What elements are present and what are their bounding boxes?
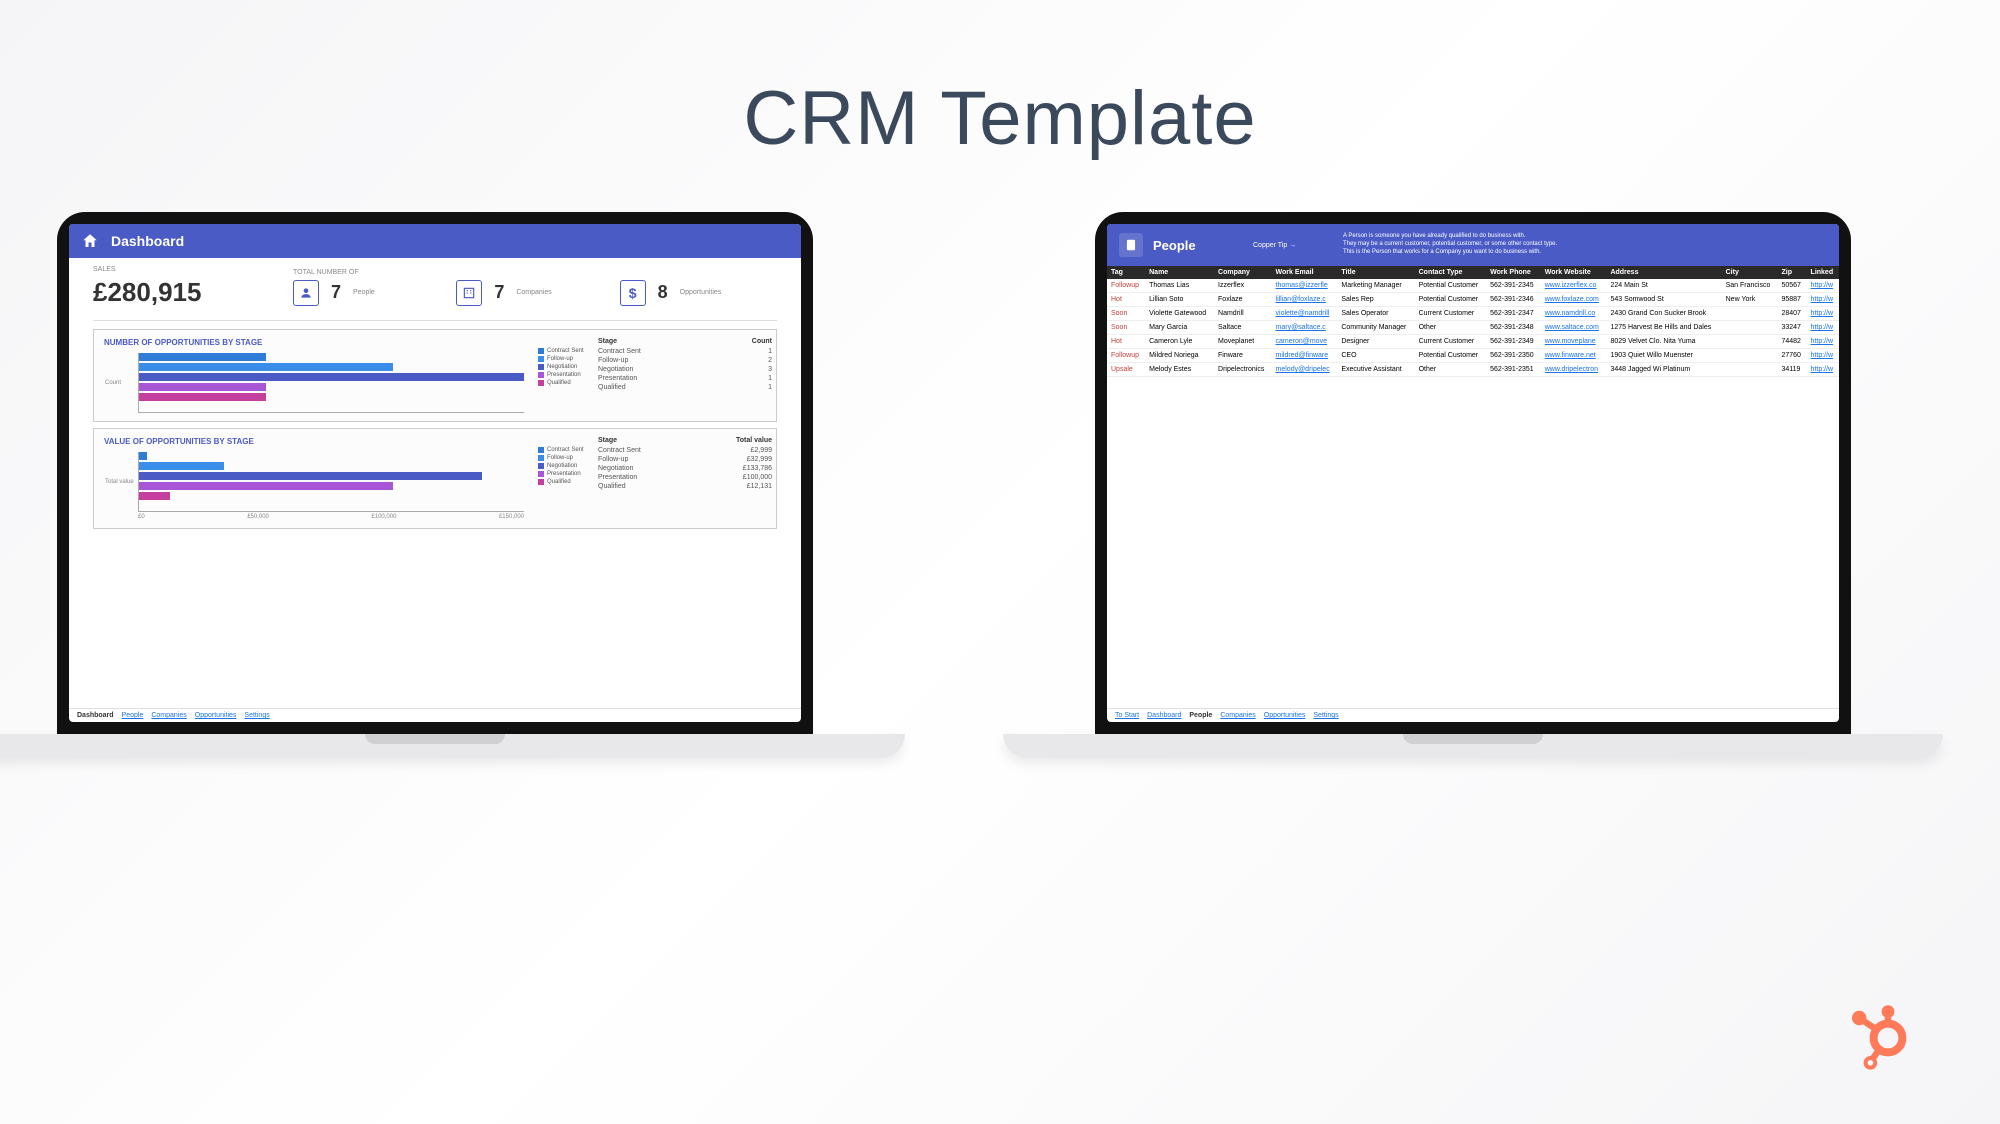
col-company[interactable]: Company [1214, 266, 1271, 279]
tab-people-p[interactable]: People [1189, 712, 1212, 719]
copper-tip: Copper Tip → [1253, 242, 1343, 249]
building-icon [456, 280, 482, 306]
table-row[interactable]: UpsaleMelody EstesDripelectronicsmelody@… [1107, 363, 1839, 377]
chart2-ylabel: Total value [105, 479, 134, 485]
table-row[interactable]: FollowupThomas LiasIzzerflexthomas@izzer… [1107, 279, 1839, 293]
sales-value: £280,915 [93, 277, 293, 308]
col-title[interactable]: Title [1337, 266, 1414, 279]
people-table: Tag Name Company Work Email Title Contac… [1107, 266, 1839, 377]
col-phone[interactable]: Work Phone [1486, 266, 1541, 279]
people-sheet-tabs: To Start Dashboard People Companies Oppo… [1107, 708, 1839, 722]
metric-companies-value: 7 [494, 282, 504, 303]
tab-settings-p[interactable]: Settings [1313, 712, 1338, 719]
dollar-icon: $ [620, 280, 646, 306]
metrics-row: SALES £280,915 TOTAL NUMBER OF 7 People [93, 266, 777, 321]
dashboard-header: Dashboard [69, 224, 801, 258]
people-title: People [1153, 238, 1253, 253]
dashboard-title: Dashboard [111, 233, 184, 249]
chart2-xlabels: £0 £50,000 £100,000 £150,000 [138, 514, 524, 520]
col-contact-type[interactable]: Contact Type [1415, 266, 1487, 279]
hubspot-logo-icon [1840, 994, 1920, 1074]
chart1-title: NUMBER OF OPPORTUNITIES BY STAGE [104, 338, 524, 347]
tab-dashboard[interactable]: Dashboard [77, 712, 114, 719]
tab-opportunities-p[interactable]: Opportunities [1264, 712, 1306, 719]
chart-panel-count: NUMBER OF OPPORTUNITIES BY STAGE Count [93, 329, 777, 422]
laptop-dashboard: Dashboard SALES £280,915 TOTAL NUMBER OF [57, 212, 905, 758]
metric-people-value: 7 [331, 282, 341, 303]
stage-value-table: StageTotal value Contract Sent£2,999 Fol… [594, 429, 776, 528]
page-title: CRM Template [0, 0, 2000, 162]
chart2-title: VALUE OF OPPORTUNITIES BY STAGE [104, 437, 524, 446]
tab-companies[interactable]: Companies [151, 712, 186, 719]
chart2-bars: Total value [138, 452, 524, 512]
col-zip[interactable]: Zip [1777, 266, 1806, 279]
tab-settings[interactable]: Settings [244, 712, 269, 719]
table-header-row: Tag Name Company Work Email Title Contac… [1107, 266, 1839, 279]
tab-companies-p[interactable]: Companies [1220, 712, 1255, 719]
tab-opportunities[interactable]: Opportunities [195, 712, 237, 719]
tab-to-start[interactable]: To Start [1115, 712, 1139, 719]
chart1-ylabel: Count [105, 380, 121, 386]
table-row[interactable]: HotLillian SotoFoxlazelillian@foxlaze.cS… [1107, 293, 1839, 307]
table-row[interactable]: SoonMary GarciaSaltacemary@saltace.cComm… [1107, 321, 1839, 335]
table-row[interactable]: HotCameron LyleMoveplanetcameron@moveDes… [1107, 335, 1839, 349]
col-name[interactable]: Name [1145, 266, 1214, 279]
metric-companies-label: Companies [516, 289, 551, 296]
metric-opps-value: 8 [658, 282, 668, 303]
person-icon [293, 280, 319, 306]
col-address[interactable]: Address [1606, 266, 1721, 279]
stage-count-table: StageCount Contract Sent1 Follow-up2 Neg… [594, 330, 776, 421]
chart1-legend: Contract Sent Follow-up Negotiation Pres… [534, 330, 594, 421]
people-header: People Copper Tip → A Person is someone … [1107, 224, 1839, 266]
metric-opportunities: $ 8 Opportunities [620, 280, 777, 306]
total-label: TOTAL NUMBER OF [293, 269, 777, 276]
dashboard-sheet-tabs: Dashboard People Companies Opportunities… [69, 708, 801, 722]
col-tag[interactable]: Tag [1107, 266, 1145, 279]
sales-label: SALES [93, 266, 293, 273]
metric-people: 7 People [293, 280, 450, 306]
col-email[interactable]: Work Email [1272, 266, 1338, 279]
col-city[interactable]: City [1722, 266, 1778, 279]
home-icon [81, 232, 99, 250]
laptop-row: Dashboard SALES £280,915 TOTAL NUMBER OF [0, 212, 2000, 758]
col-linked[interactable]: Linked [1807, 266, 1839, 279]
chart1-bars: Count [138, 353, 524, 413]
metric-opps-label: Opportunities [680, 289, 722, 296]
metric-companies: 7 Companies [456, 280, 613, 306]
metric-people-label: People [353, 289, 375, 296]
tab-people[interactable]: People [122, 712, 144, 719]
tab-dashboard-p[interactable]: Dashboard [1147, 712, 1181, 719]
chart2-legend: Contract Sent Follow-up Negotiation Pres… [534, 429, 594, 528]
col-website[interactable]: Work Website [1541, 266, 1607, 279]
table-row[interactable]: FollowupMildred NoriegaFinwaremildred@fi… [1107, 349, 1839, 363]
table-row[interactable]: SoonViolette GatewoodNamdrillviolette@na… [1107, 307, 1839, 321]
laptop-people: People Copper Tip → A Person is someone … [1095, 212, 1943, 758]
chart-panel-value: VALUE OF OPPORTUNITIES BY STAGE Total va… [93, 428, 777, 529]
people-icon [1119, 233, 1143, 257]
people-desc: A Person is someone you have already qua… [1343, 233, 1827, 256]
